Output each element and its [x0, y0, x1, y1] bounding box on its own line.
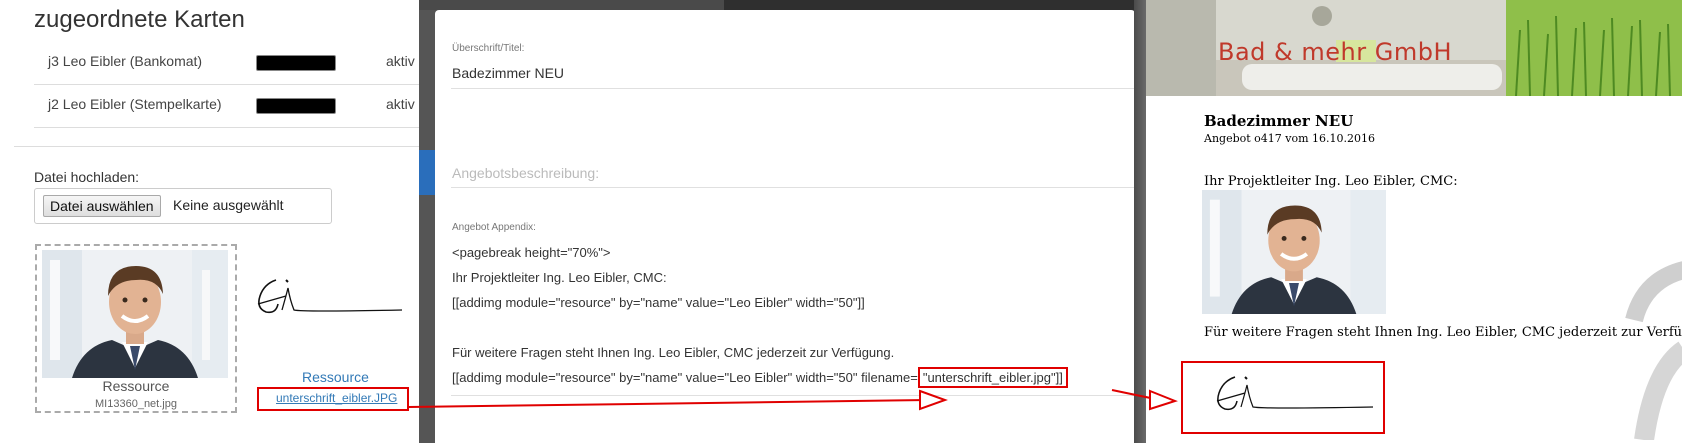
choose-file-button[interactable]: Datei auswählen — [43, 195, 161, 217]
pdf-preview-panel: Bad & mehr GmbH Badezimmer NEU Angebot o… — [1134, 0, 1682, 443]
card-row[interactable]: j3 Leo Eibler (Bankomat) aktiv — [34, 41, 434, 85]
card-row[interactable]: j2 Leo Eibler (Stempelkarte) aktiv — [34, 84, 434, 128]
modal-topbar — [419, 0, 1135, 10]
redacted-card-number — [256, 55, 336, 71]
appendix-line-prefix: [[addimg module="resource" by="name" val… — [452, 370, 918, 385]
appendix-line[interactable]: <pagebreak height="70%"> — [452, 245, 611, 260]
preview-window-border — [1134, 0, 1146, 443]
title-field-label: Überschrift/Titel: — [452, 43, 525, 54]
document-title: Badezimmer NEU — [1204, 112, 1354, 130]
company-name: Bad & mehr GmbH — [1218, 38, 1452, 66]
assigned-cards-title: zugeordnete Karten — [34, 6, 245, 33]
card-status: aktiv — [386, 96, 415, 112]
upload-label: Datei hochladen: — [34, 169, 140, 185]
filename-highlight: "unterschrift_eibler.jpg"]] — [917, 367, 1068, 388]
resource-caption: Ressource — [102, 378, 170, 394]
description-underline — [451, 187, 1135, 188]
file-status-text: Keine ausgewählt — [173, 197, 284, 213]
section-divider — [14, 146, 420, 147]
backdrop-tab — [724, 0, 1135, 10]
appendix-underline — [451, 395, 1135, 396]
title-field-underline — [451, 88, 1135, 89]
watermark-graphic — [1625, 261, 1682, 440]
document-subtitle: Angebot o417 vom 16.10.2016 — [1204, 132, 1376, 145]
signature-image-icon — [1216, 376, 1374, 411]
file-upload-field[interactable]: Datei auswählen Keine ausgewählt — [34, 188, 332, 224]
signature-image-icon[interactable] — [242, 266, 412, 336]
accent-bar — [419, 150, 435, 195]
redacted-card-number — [256, 98, 336, 114]
appendix-field-label: Angebot Appendix: — [452, 222, 536, 233]
portrait-photo-icon — [1202, 190, 1386, 314]
card-status: aktiv — [386, 53, 415, 69]
appendix-line[interactable]: Ihr Projektleiter Ing. Leo Eibler, CMC: — [452, 270, 667, 285]
signature-highlight-box — [1181, 361, 1385, 434]
title-field-value[interactable]: Badezimmer NEU — [452, 65, 564, 81]
modal-backdrop: Überschrift/Titel: Badezimmer NEU Angebo… — [419, 0, 1135, 443]
resource-filename: MI13360_net.jpg — [95, 398, 177, 410]
appendix-line-signature[interactable]: [[addimg module="resource" by="name" val… — [452, 367, 1068, 388]
signature-filename-link[interactable]: unterschrift_eibler.JPG — [276, 391, 397, 405]
card-management-panel: zugeordnete Karten j3 Leo Eibler (Bankom… — [0, 0, 434, 443]
card-name: j2 Leo Eibler (Stempelkarte) — [48, 96, 222, 112]
portrait-photo-icon — [42, 250, 228, 378]
resource-tile-photo[interactable]: Ressource MI13360_net.jpg — [35, 244, 237, 413]
description-input[interactable]: Angebotsbeschreibung: — [452, 165, 599, 181]
card-name: j3 Leo Eibler (Bankomat) — [48, 53, 203, 69]
signature-filename-highlight[interactable]: unterschrift_eibler.JPG — [257, 387, 409, 411]
project-leader-text: Ihr Projektleiter Ing. Leo Eibler, CMC: — [1204, 174, 1458, 189]
appendix-line[interactable]: [[addimg module="resource" by="name" val… — [452, 295, 865, 310]
resource-caption-link[interactable]: Ressource — [302, 369, 369, 385]
appendix-line[interactable]: Für weitere Fragen steht Ihnen Ing. Leo … — [452, 345, 894, 360]
offer-editor-modal: Überschrift/Titel: Badezimmer NEU Angebo… — [435, 10, 1135, 443]
